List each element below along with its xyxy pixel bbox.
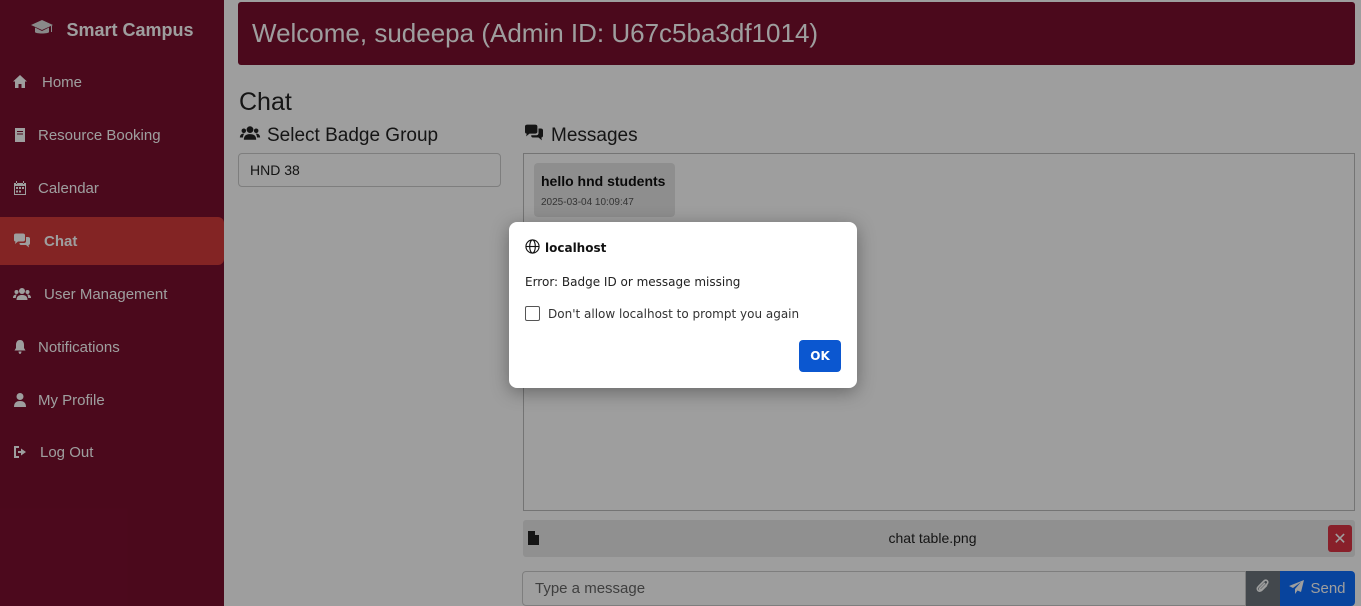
dialog-origin: localhost <box>525 239 606 257</box>
ok-button[interactable]: OK <box>799 340 841 372</box>
suppress-prompts-checkbox[interactable] <box>525 306 540 321</box>
suppress-prompts-label: Don't allow localhost to prompt you agai… <box>548 306 800 321</box>
globe-icon <box>525 239 540 257</box>
dialog-message: Error: Badge ID or message missing <box>525 275 741 289</box>
alert-dialog: localhost Error: Badge ID or message mis… <box>509 222 857 388</box>
suppress-prompts-checkbox-row[interactable]: Don't allow localhost to prompt you agai… <box>525 306 799 321</box>
dialog-origin-text: localhost <box>545 241 607 255</box>
